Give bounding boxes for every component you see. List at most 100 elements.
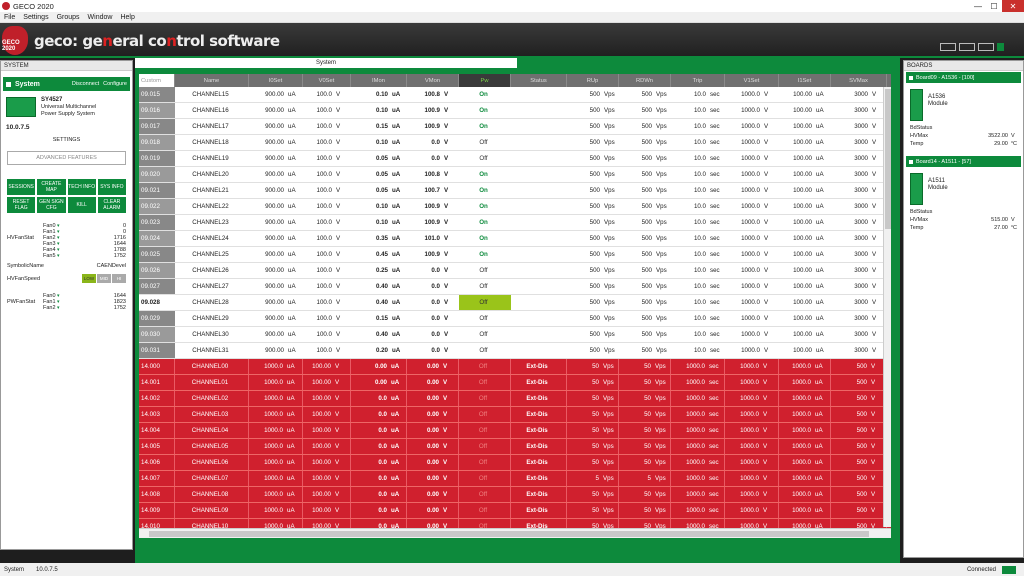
cell-i0[interactable]: 900.00 uA (249, 151, 303, 166)
cell-vmon[interactable]: 100.9 V (407, 103, 459, 118)
cell-i1[interactable]: 100.00 uA (779, 247, 831, 262)
board-header[interactable]: Board14 - A1511 - [57] (906, 156, 1021, 167)
cell-rdw[interactable]: 500 Vps (619, 183, 671, 198)
cell-v0[interactable]: 100.00 V (303, 471, 351, 486)
cell-rdw[interactable]: 500 Vps (619, 263, 671, 278)
create-map-button[interactable]: CREATE MAP (37, 179, 66, 195)
cell-st[interactable]: Ext-Dis (511, 439, 567, 454)
cell-st[interactable] (511, 247, 567, 262)
cell-trip[interactable]: 1000.0 sec (671, 503, 725, 518)
cell-i1[interactable]: 1000.0 uA (779, 407, 831, 422)
cell-name[interactable]: CHANNEL04 (175, 423, 249, 438)
cell-v0[interactable]: 100.0 V (303, 167, 351, 182)
cell-v0[interactable]: 100.00 V (303, 503, 351, 518)
cell-trip[interactable]: 10.0 sec (671, 167, 725, 182)
cell-vmon[interactable]: 0.0 V (407, 279, 459, 294)
cell-i1[interactable]: 100.00 uA (779, 263, 831, 278)
cell-rdw[interactable]: 500 Vps (619, 119, 671, 134)
cell-rdw[interactable]: 500 Vps (619, 167, 671, 182)
column-header-status[interactable]: Status (511, 74, 567, 87)
cell-i1[interactable]: 100.00 uA (779, 199, 831, 214)
cell-pw[interactable]: On (459, 183, 511, 198)
cell-imon[interactable]: 0.10 uA (351, 135, 407, 150)
cell-v0[interactable]: 100.0 V (303, 279, 351, 294)
cell-i1[interactable]: 100.00 uA (779, 215, 831, 230)
cell-imon[interactable]: 0.10 uA (351, 199, 407, 214)
cell-v1[interactable]: 1000.0 V (725, 167, 779, 182)
cell-vmon[interactable]: 0.00 V (407, 423, 459, 438)
sys-info-button[interactable]: SYS INFO (97, 179, 126, 195)
cell-v1[interactable]: 1000.0 V (725, 135, 779, 150)
cell-trip[interactable]: 1000.0 sec (671, 439, 725, 454)
cell-name[interactable]: CHANNEL07 (175, 471, 249, 486)
cell-vmon[interactable]: 100.9 V (407, 119, 459, 134)
cell-rdw[interactable]: 50 Vps (619, 359, 671, 374)
cell-v0[interactable]: 100.0 V (303, 263, 351, 278)
h-scroll-thumb[interactable] (149, 531, 869, 537)
cell-i1[interactable]: 100.00 uA (779, 103, 831, 118)
cell-i1[interactable]: 1000.0 uA (779, 455, 831, 470)
cell-i0[interactable]: 900.00 uA (249, 311, 303, 326)
cell-pw[interactable]: Off (459, 359, 511, 374)
cell-rup[interactable]: 500 Vps (567, 151, 619, 166)
cell-v0[interactable]: 100.0 V (303, 311, 351, 326)
tech-info-button[interactable]: TECH INFO (67, 179, 96, 195)
table-row[interactable]: 14.007 CHANNEL07 1000.0 uA 100.00 V 0.0 uA 0.00 V… (139, 471, 891, 487)
cell-imon[interactable]: 0.0 uA (351, 391, 407, 406)
cell-vmon[interactable]: 0.0 V (407, 135, 459, 150)
cell-rdw[interactable]: 50 Vps (619, 487, 671, 502)
column-header-v1set[interactable]: V1Set (725, 74, 779, 87)
cell-rdw[interactable]: 500 Vps (619, 87, 671, 102)
cell-pw[interactable]: Off (459, 327, 511, 342)
cell-sv[interactable]: 3000 V (831, 263, 887, 278)
cell-st[interactable]: Ext-Dis (511, 359, 567, 374)
cell-imon[interactable]: 0.40 uA (351, 295, 407, 310)
cell-i0[interactable]: 1000.0 uA (249, 439, 303, 454)
cell-rdw[interactable]: 500 Vps (619, 327, 671, 342)
cell-pw[interactable]: On (459, 199, 511, 214)
cell-vmon[interactable]: 100.9 V (407, 199, 459, 214)
cell-imon[interactable]: 0.10 uA (351, 215, 407, 230)
cell-pw[interactable]: Off (459, 295, 511, 310)
cell-vmon[interactable]: 100.9 V (407, 215, 459, 230)
cell-trip[interactable]: 1000.0 sec (671, 375, 725, 390)
cell-v1[interactable]: 1000.0 V (725, 423, 779, 438)
cell-trip[interactable]: 1000.0 sec (671, 487, 725, 502)
cell-imon[interactable]: 0.05 uA (351, 151, 407, 166)
kill-button[interactable]: KILL (67, 197, 96, 213)
cell-v1[interactable]: 1000.0 V (725, 471, 779, 486)
column-header-pw[interactable]: Pw (459, 74, 511, 87)
cell-name[interactable]: CHANNEL22 (175, 199, 249, 214)
cell-name[interactable]: CHANNEL25 (175, 247, 249, 262)
cell-vmon[interactable]: 0.00 V (407, 471, 459, 486)
cell-name[interactable]: CHANNEL18 (175, 135, 249, 150)
cell-i0[interactable]: 900.00 uA (249, 167, 303, 182)
cell-st[interactable] (511, 343, 567, 358)
cell-trip[interactable]: 10.0 sec (671, 311, 725, 326)
cell-v1[interactable]: 1000.0 V (725, 311, 779, 326)
cell-imon[interactable]: 0.10 uA (351, 103, 407, 118)
cell-sv[interactable]: 3000 V (831, 87, 887, 102)
table-row[interactable]: 09.024 CHANNEL24 900.00 uA 100.0 V 0.35 uA 101.0… (139, 231, 891, 247)
cell-st[interactable] (511, 103, 567, 118)
table-row[interactable]: 09.030 CHANNEL30 900.00 uA 100.0 V 0.40 uA 0.0 V O… (139, 327, 891, 343)
table-row[interactable]: 09.023 CHANNEL23 900.00 uA 100.0 V 0.10 uA 100.9… (139, 215, 891, 231)
cell-pw[interactable]: On (459, 247, 511, 262)
table-row[interactable]: 09.031 CHANNEL31 900.00 uA 100.0 V 0.20 uA 0.0 V O… (139, 343, 891, 359)
cell-vmon[interactable]: 0.0 V (407, 295, 459, 310)
cell-name[interactable]: CHANNEL24 (175, 231, 249, 246)
cell-rup[interactable]: 500 Vps (567, 231, 619, 246)
cell-rdw[interactable]: 500 Vps (619, 231, 671, 246)
cell-vmon[interactable]: 0.00 V (407, 359, 459, 374)
cell-st[interactable]: Ext-Dis (511, 375, 567, 390)
cell-v0[interactable]: 100.00 V (303, 439, 351, 454)
cell-name[interactable]: CHANNEL16 (175, 103, 249, 118)
cell-sv[interactable]: 3000 V (831, 343, 887, 358)
cell-st[interactable] (511, 135, 567, 150)
table-row[interactable]: 09.028 CHANNEL28 900.00 uA 100.0 V 0.40 uA 0.0 V O… (139, 295, 891, 311)
cell-i1[interactable]: 100.00 uA (779, 343, 831, 358)
cell-st[interactable] (511, 311, 567, 326)
layout-split-icon[interactable] (959, 43, 975, 51)
cell-trip[interactable]: 10.0 sec (671, 87, 725, 102)
cell-trip[interactable]: 10.0 sec (671, 263, 725, 278)
